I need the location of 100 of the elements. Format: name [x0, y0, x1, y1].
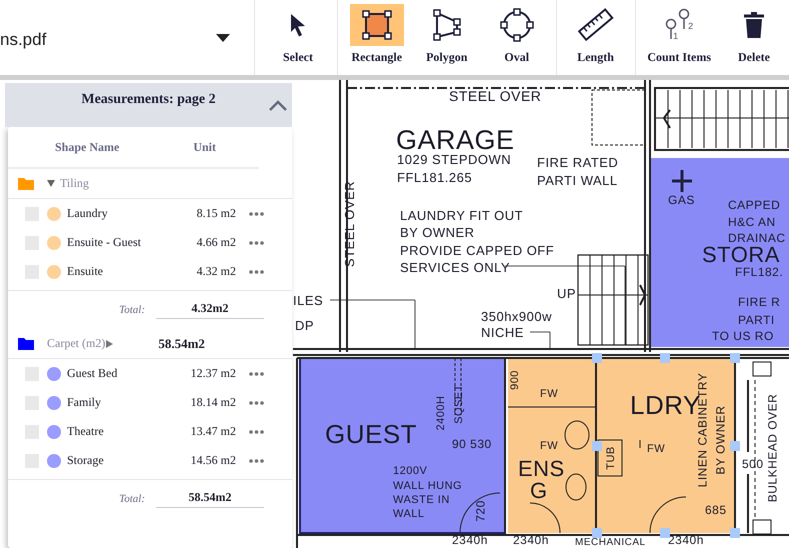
- more-icon[interactable]: [249, 212, 264, 216]
- plan-label: 1029 STEPDOWN: [397, 153, 512, 168]
- plan-label: UP: [557, 287, 576, 302]
- ruler-icon: [578, 7, 614, 43]
- plan-label: FIRE RATED: [537, 156, 618, 170]
- more-icon[interactable]: [249, 270, 264, 274]
- shape-name[interactable]: Laundry: [67, 206, 179, 221]
- cursor-arrow-icon: [290, 14, 305, 36]
- plan-label: FIRE R: [738, 296, 780, 309]
- plan-label: 90 530: [452, 438, 492, 451]
- resize-handle[interactable]: [592, 441, 602, 451]
- plan-label: LAUNDRY FIT OUT: [400, 209, 524, 224]
- plan-label: BY OWNER: [714, 405, 728, 475]
- chevron-icon[interactable]: [269, 100, 287, 111]
- resize-handle[interactable]: [730, 353, 740, 363]
- plan-label: PROVIDE CAPPED OFF: [400, 244, 554, 258]
- tool-button[interactable]: Rectangle: [344, 0, 410, 70]
- shape-name[interactable]: Storage: [67, 453, 179, 468]
- resize-handle[interactable]: [592, 528, 602, 538]
- plan-label: WALL HUNG: [393, 480, 462, 492]
- plan-label: STORA: [702, 242, 780, 267]
- caret-down-icon[interactable]: [47, 180, 55, 187]
- shape-name[interactable]: Theatre: [67, 424, 179, 439]
- plan-label: SERVICES ONLY: [400, 261, 510, 276]
- plan-label: DP: [295, 319, 314, 334]
- shape-name[interactable]: Family: [67, 395, 179, 410]
- resize-handle[interactable]: [730, 528, 740, 538]
- plan-label: FFL182.: [735, 266, 784, 279]
- resize-handle[interactable]: [730, 441, 740, 451]
- plan-label: FW: [540, 388, 558, 400]
- plan-label: FW: [540, 440, 558, 452]
- shape-name[interactable]: Guest Bed: [67, 366, 179, 381]
- plan-label: BULKHEAD OVER: [766, 394, 780, 502]
- plan-label: H&C AN: [728, 216, 776, 229]
- plan-label: DRAINAC: [728, 232, 786, 245]
- tool-button[interactable]: Length: [562, 0, 629, 70]
- resize-handle[interactable]: [660, 353, 670, 363]
- plan-label: SQSET: [452, 384, 466, 424]
- group-total: 58.54m2: [158, 336, 205, 352]
- more-icon[interactable]: [249, 240, 264, 244]
- total-label: Total:: [118, 304, 145, 316]
- total-label: Total:: [118, 493, 145, 505]
- area-value: 14.56 m2: [190, 453, 236, 468]
- plan-label: 2340h: [452, 534, 488, 547]
- total-value: 4.32m2: [156, 301, 264, 319]
- shape-name[interactable]: Ensuite - Guest: [67, 235, 179, 250]
- resize-handle[interactable]: [592, 353, 602, 363]
- area-value: 13.47 m2: [190, 424, 236, 439]
- caret-right-icon[interactable]: [106, 340, 114, 348]
- plan-label: 500: [742, 458, 764, 471]
- more-icon[interactable]: [249, 430, 264, 434]
- plan-label: CAPPED: [728, 198, 780, 212]
- plan-label: FFL181.265: [397, 171, 472, 186]
- file-dropdown[interactable]: ns.pdf: [0, 0, 255, 75]
- plan-label: 350hx900w: [481, 310, 552, 324]
- panel-title: Measurements: page 2: [81, 92, 216, 108]
- plan-label: 1200V: [393, 465, 428, 478]
- plan-label: MECHANICAL: [575, 537, 646, 548]
- tool-button[interactable]: Polygon: [414, 0, 480, 70]
- column-header: Shape Name: [55, 140, 120, 154]
- plan-label: GARAGE: [396, 126, 515, 155]
- more-icon[interactable]: [249, 400, 264, 404]
- tool-button[interactable]: Delete: [721, 0, 787, 70]
- column-header: Unit: [193, 140, 216, 154]
- plan-label: PARTI: [738, 314, 775, 327]
- plan-label: ENS: [518, 456, 565, 481]
- more-icon[interactable]: [249, 458, 264, 462]
- tool-button[interactable]: Select: [264, 0, 331, 70]
- plan-label: 900: [508, 370, 522, 390]
- area-value: 4.32 m2: [196, 264, 236, 279]
- plan-label: STEEL OVER: [342, 180, 358, 268]
- plan-label: 2400H: [434, 396, 448, 430]
- plan-label: STEEL OVER: [449, 88, 542, 104]
- plan-label: WALL: [393, 508, 425, 520]
- area-value: 4.66 m2: [196, 235, 236, 250]
- resize-handle[interactable]: [660, 528, 670, 538]
- plan-label: TO US RO: [712, 330, 774, 343]
- plan-label: GUEST: [325, 420, 418, 449]
- plan-label: GAS: [668, 194, 695, 207]
- caret-icon: [216, 34, 230, 42]
- total-value: 58.54m2: [156, 490, 264, 508]
- tool-button[interactable]: 1 2 Count Items: [641, 0, 717, 70]
- plan-label: NICHE: [481, 326, 524, 340]
- more-icon[interactable]: [249, 372, 264, 376]
- plan-label: BY OWNER: [400, 226, 475, 240]
- area-value: 8.15 m2: [196, 206, 236, 221]
- plan-label: WASTE IN: [393, 494, 450, 506]
- shape-name[interactable]: Ensuite: [67, 264, 179, 279]
- plan-label: ILES: [293, 294, 324, 308]
- area-value: 12.37 m2: [190, 366, 236, 381]
- tool-button[interactable]: Oval: [484, 0, 550, 70]
- plan-label: TUB: [604, 446, 618, 470]
- count-number: 2: [688, 22, 694, 31]
- plan-label: 685: [705, 504, 727, 517]
- area-value: 18.14 m2: [190, 395, 236, 410]
- plan-label: FW: [647, 443, 666, 456]
- circle-icon: [498, 7, 535, 43]
- plan-label: 720: [474, 500, 488, 522]
- plan-label: PARTI WALL: [537, 174, 618, 188]
- plan-label: 2340h: [513, 534, 549, 547]
